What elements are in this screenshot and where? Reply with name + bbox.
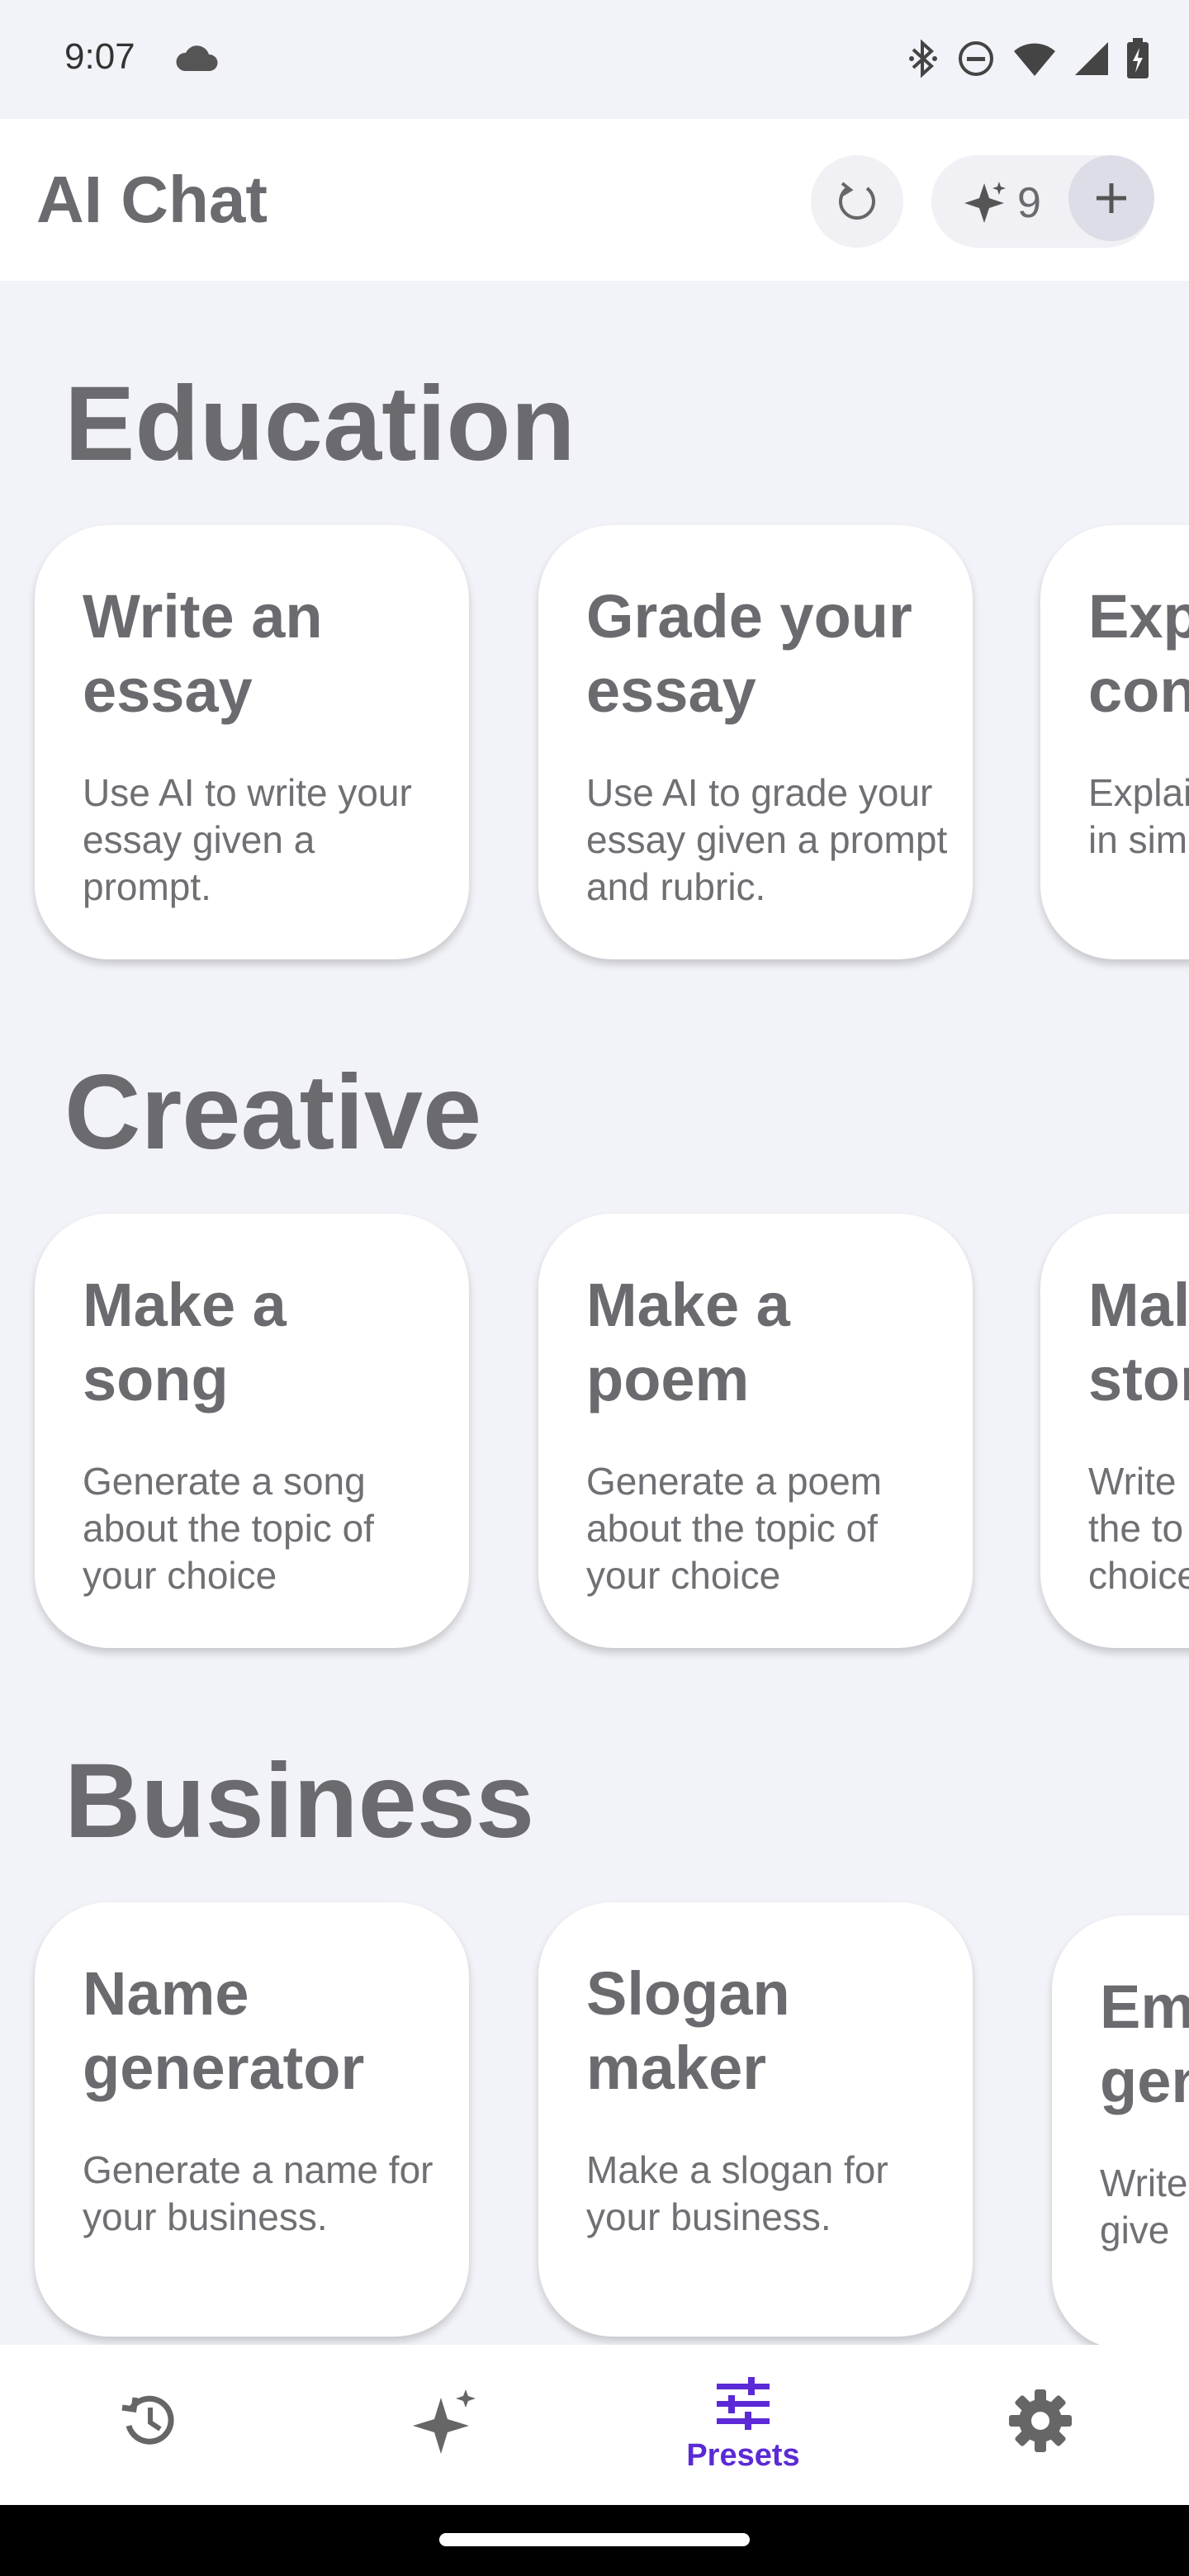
card-title: Name generator [83,1959,365,2102]
preset-card-name-generator[interactable]: Name generator Generate a name for your … [35,1902,469,2337]
gesture-bar [0,2505,1189,2576]
credits-count: 9 [1017,179,1041,227]
card-title: Exp con [1088,582,1189,725]
settings-icon [1009,2389,1072,2452]
nav-settings[interactable] [892,2345,1189,2505]
card-title: Em gen [1100,1972,1189,2115]
preset-card-make-poem[interactable]: Make a poem Generate a poem about the to… [538,1214,973,1648]
presets-icon [717,2376,770,2430]
bottom-navigation: Presets [0,2345,1189,2505]
cloud-icon [176,45,218,71]
section-title-education: Education [64,365,576,483]
card-title: Slogan maker [586,1959,790,2102]
section-title-creative: Creative [64,1054,482,1172]
preset-card-make-story[interactable]: Mal stor Write the to choice [1040,1214,1189,1648]
refresh-icon [839,182,875,220]
section-title-business: Business [64,1742,535,1860]
add-credits-button[interactable] [1068,155,1154,241]
status-bar: 9:07 [0,0,1189,119]
preset-card-write-essay[interactable]: Write an essay Use AI to write your essa… [35,525,469,959]
card-title: Grade your essay [586,582,912,725]
card-description: Write the to choice [1088,1460,1189,1597]
preset-card-make-song[interactable]: Make a song Generate a song about the to… [35,1214,469,1648]
preset-card-grade-essay[interactable]: Grade your essay Use AI to grade your es… [538,525,973,959]
wifi-icon [1014,43,1055,76]
bluetooth-icon [909,39,937,78]
refresh-button[interactable] [811,155,903,248]
card-title: Mal stor [1088,1271,1189,1413]
sparkle-icon [964,182,1006,223]
nav-history[interactable] [0,2345,297,2505]
card-title: Make a poem [586,1271,790,1413]
preset-card-explain-concept[interactable]: Exp con Explai in sim [1040,525,1189,959]
card-description: Make a slogan for your business. [586,2148,888,2238]
battery-icon [1127,38,1149,78]
nav-label-presets: Presets [686,2437,800,2473]
card-description: Use AI to grade your essay given a promp… [586,771,948,908]
card-description: Write a give [1100,2162,1189,2252]
card-description: Generate a name for your business. [83,2148,433,2238]
plus-icon [1097,183,1126,213]
card-title: Write an essay [83,582,323,725]
card-description: Generate a song about the topic of your … [83,1460,374,1597]
card-title: Make a song [83,1271,287,1413]
card-description: Generate a poem about the topic of your … [586,1460,883,1597]
card-description: Explai in sim [1088,771,1189,861]
nav-chat[interactable] [297,2345,594,2505]
sparkle-icon [413,2389,476,2454]
preset-card-slogan-maker[interactable]: Slogan maker Make a slogan for your busi… [538,1902,973,2337]
signal-icon [1075,42,1108,75]
home-gesture-handle[interactable] [439,2533,750,2546]
app-title: AI Chat [36,163,268,236]
app-bar: AI Chat 9 [0,119,1189,281]
presets-content[interactable]: Education Write an essay Use AI to write… [0,281,1189,2345]
card-description: Use AI to write your essay given a promp… [83,771,412,908]
status-time: 9:07 [64,36,135,77]
preset-card-email-generator[interactable]: Em gen Write a give [1052,1915,1189,2345]
history-icon [121,2395,174,2445]
do-not-disturb-icon [959,41,993,76]
nav-presets[interactable]: Presets [594,2345,892,2505]
